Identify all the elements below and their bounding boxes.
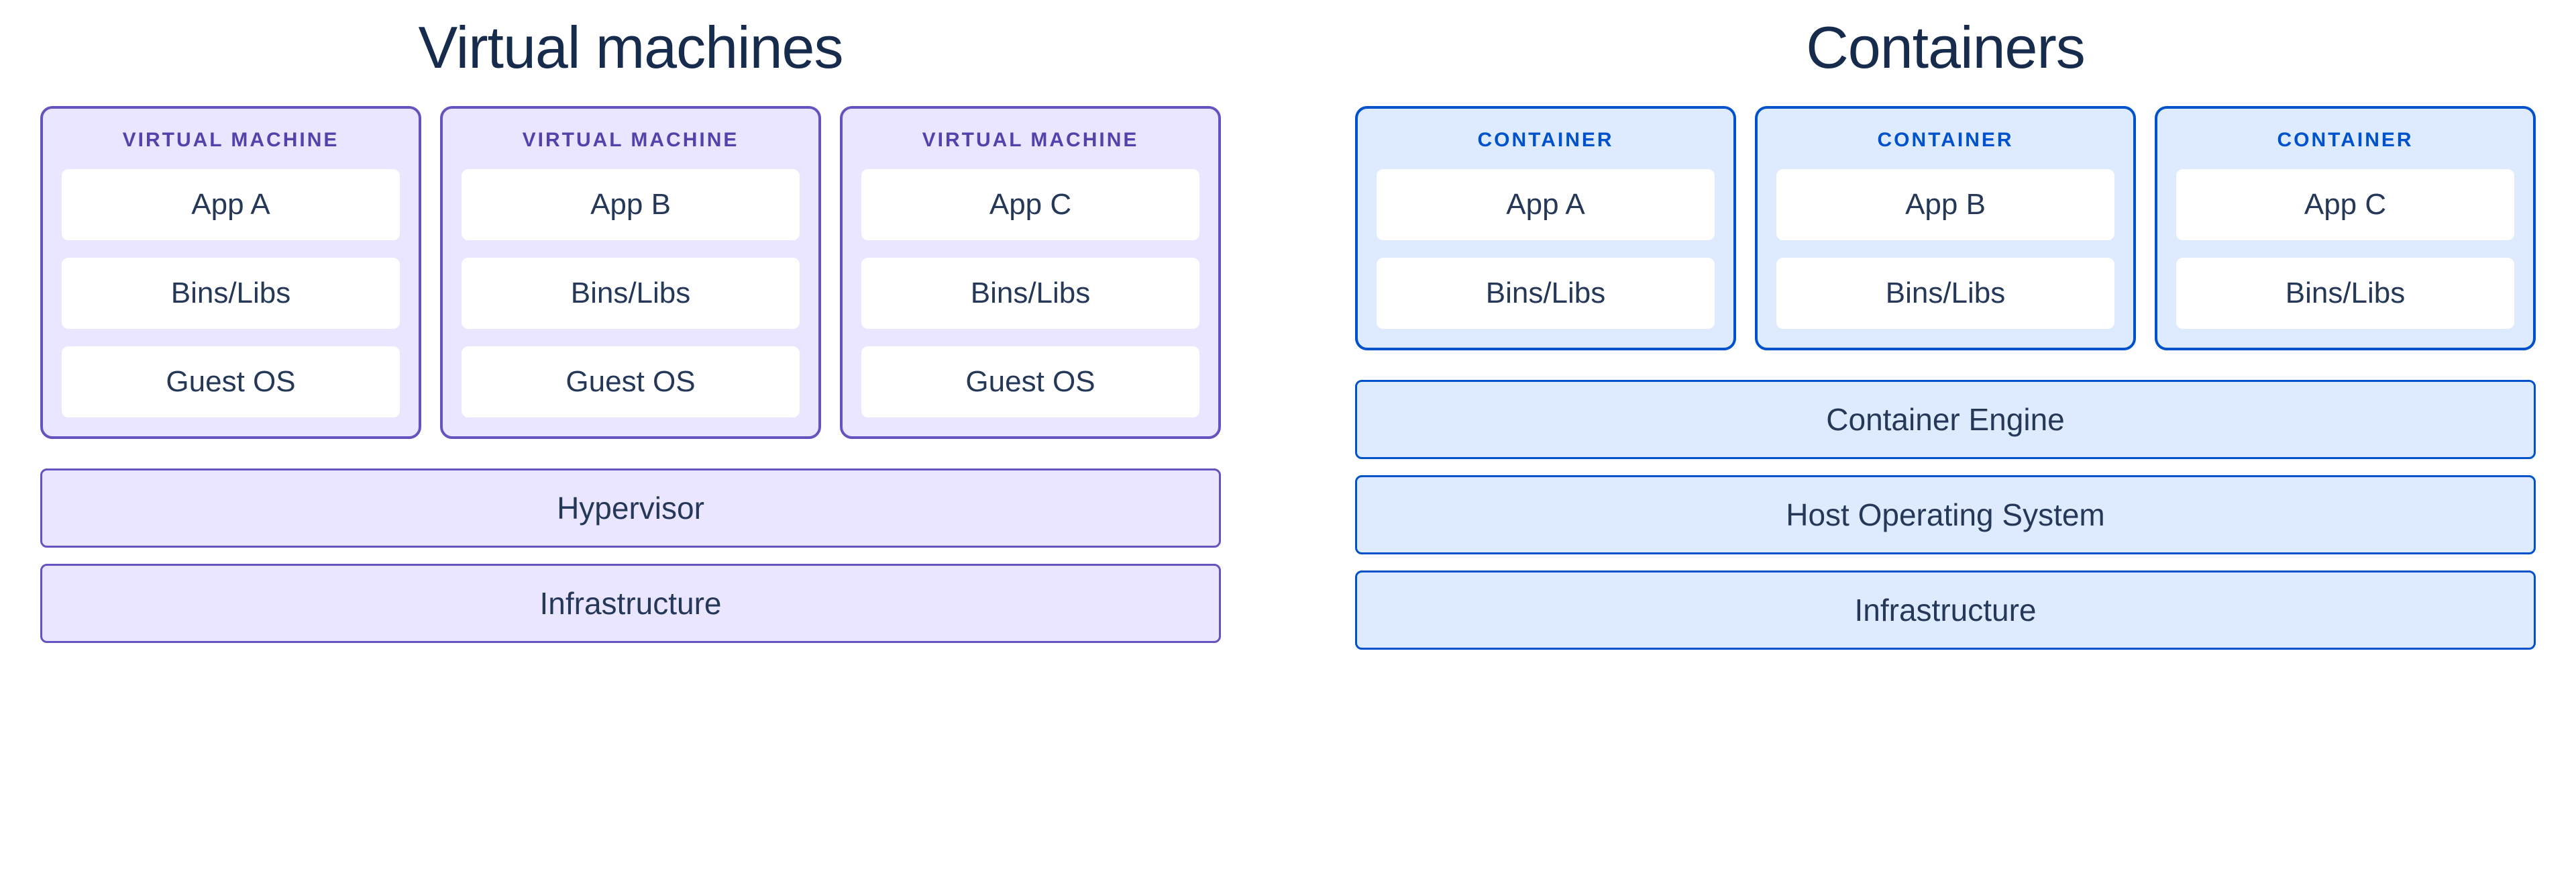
vm-layer-bins: Bins/Libs (462, 258, 800, 329)
ct-units-row: CONTAINER App A Bins/Libs CONTAINER App … (1355, 106, 2536, 350)
ct-unit-label: CONTAINER (1377, 129, 1715, 152)
ct-base-infrastructure: Infrastructure (1355, 570, 2536, 650)
vm-unit: VIRTUAL MACHINE App A Bins/Libs Guest OS (40, 106, 421, 439)
vm-base-stack: Hypervisor Infrastructure (40, 468, 1221, 643)
ct-base-hostos: Host Operating System (1355, 475, 2536, 554)
vm-layer-bins: Bins/Libs (62, 258, 400, 329)
vm-unit: VIRTUAL MACHINE App B Bins/Libs Guest OS (440, 106, 821, 439)
ct-layer-bins: Bins/Libs (2176, 258, 2514, 329)
ct-unit: CONTAINER App C Bins/Libs (2155, 106, 2536, 350)
ct-column: Containers CONTAINER App A Bins/Libs CON… (1355, 13, 2536, 650)
vm-layer-app: App A (62, 169, 400, 240)
vm-layer-guestos: Guest OS (62, 346, 400, 417)
vm-layer-guestos: Guest OS (861, 346, 1199, 417)
ct-layer-app: App A (1377, 169, 1715, 240)
ct-title: Containers (1355, 13, 2536, 82)
vm-unit-label: VIRTUAL MACHINE (62, 129, 400, 152)
ct-unit: CONTAINER App B Bins/Libs (1755, 106, 2136, 350)
diagram-wrapper: Virtual machines VIRTUAL MACHINE App A B… (20, 13, 2556, 650)
vm-units-row: VIRTUAL MACHINE App A Bins/Libs Guest OS… (40, 106, 1221, 439)
ct-unit: CONTAINER App A Bins/Libs (1355, 106, 1736, 350)
ct-layer-bins: Bins/Libs (1776, 258, 2114, 329)
vm-base-hypervisor: Hypervisor (40, 468, 1221, 548)
ct-layer-bins: Bins/Libs (1377, 258, 1715, 329)
vm-title: Virtual machines (40, 13, 1221, 82)
ct-base-engine: Container Engine (1355, 380, 2536, 459)
vm-unit: VIRTUAL MACHINE App C Bins/Libs Guest OS (840, 106, 1221, 439)
ct-layer-app: App B (1776, 169, 2114, 240)
vm-unit-label: VIRTUAL MACHINE (861, 129, 1199, 152)
ct-unit-label: CONTAINER (2176, 129, 2514, 152)
vm-unit-label: VIRTUAL MACHINE (462, 129, 800, 152)
vm-layer-bins: Bins/Libs (861, 258, 1199, 329)
ct-unit-label: CONTAINER (1776, 129, 2114, 152)
vm-layer-app: App B (462, 169, 800, 240)
ct-layer-app: App C (2176, 169, 2514, 240)
vm-base-infrastructure: Infrastructure (40, 564, 1221, 643)
vm-layer-app: App C (861, 169, 1199, 240)
ct-base-stack: Container Engine Host Operating System I… (1355, 380, 2536, 650)
vm-column: Virtual machines VIRTUAL MACHINE App A B… (40, 13, 1221, 643)
vm-layer-guestos: Guest OS (462, 346, 800, 417)
